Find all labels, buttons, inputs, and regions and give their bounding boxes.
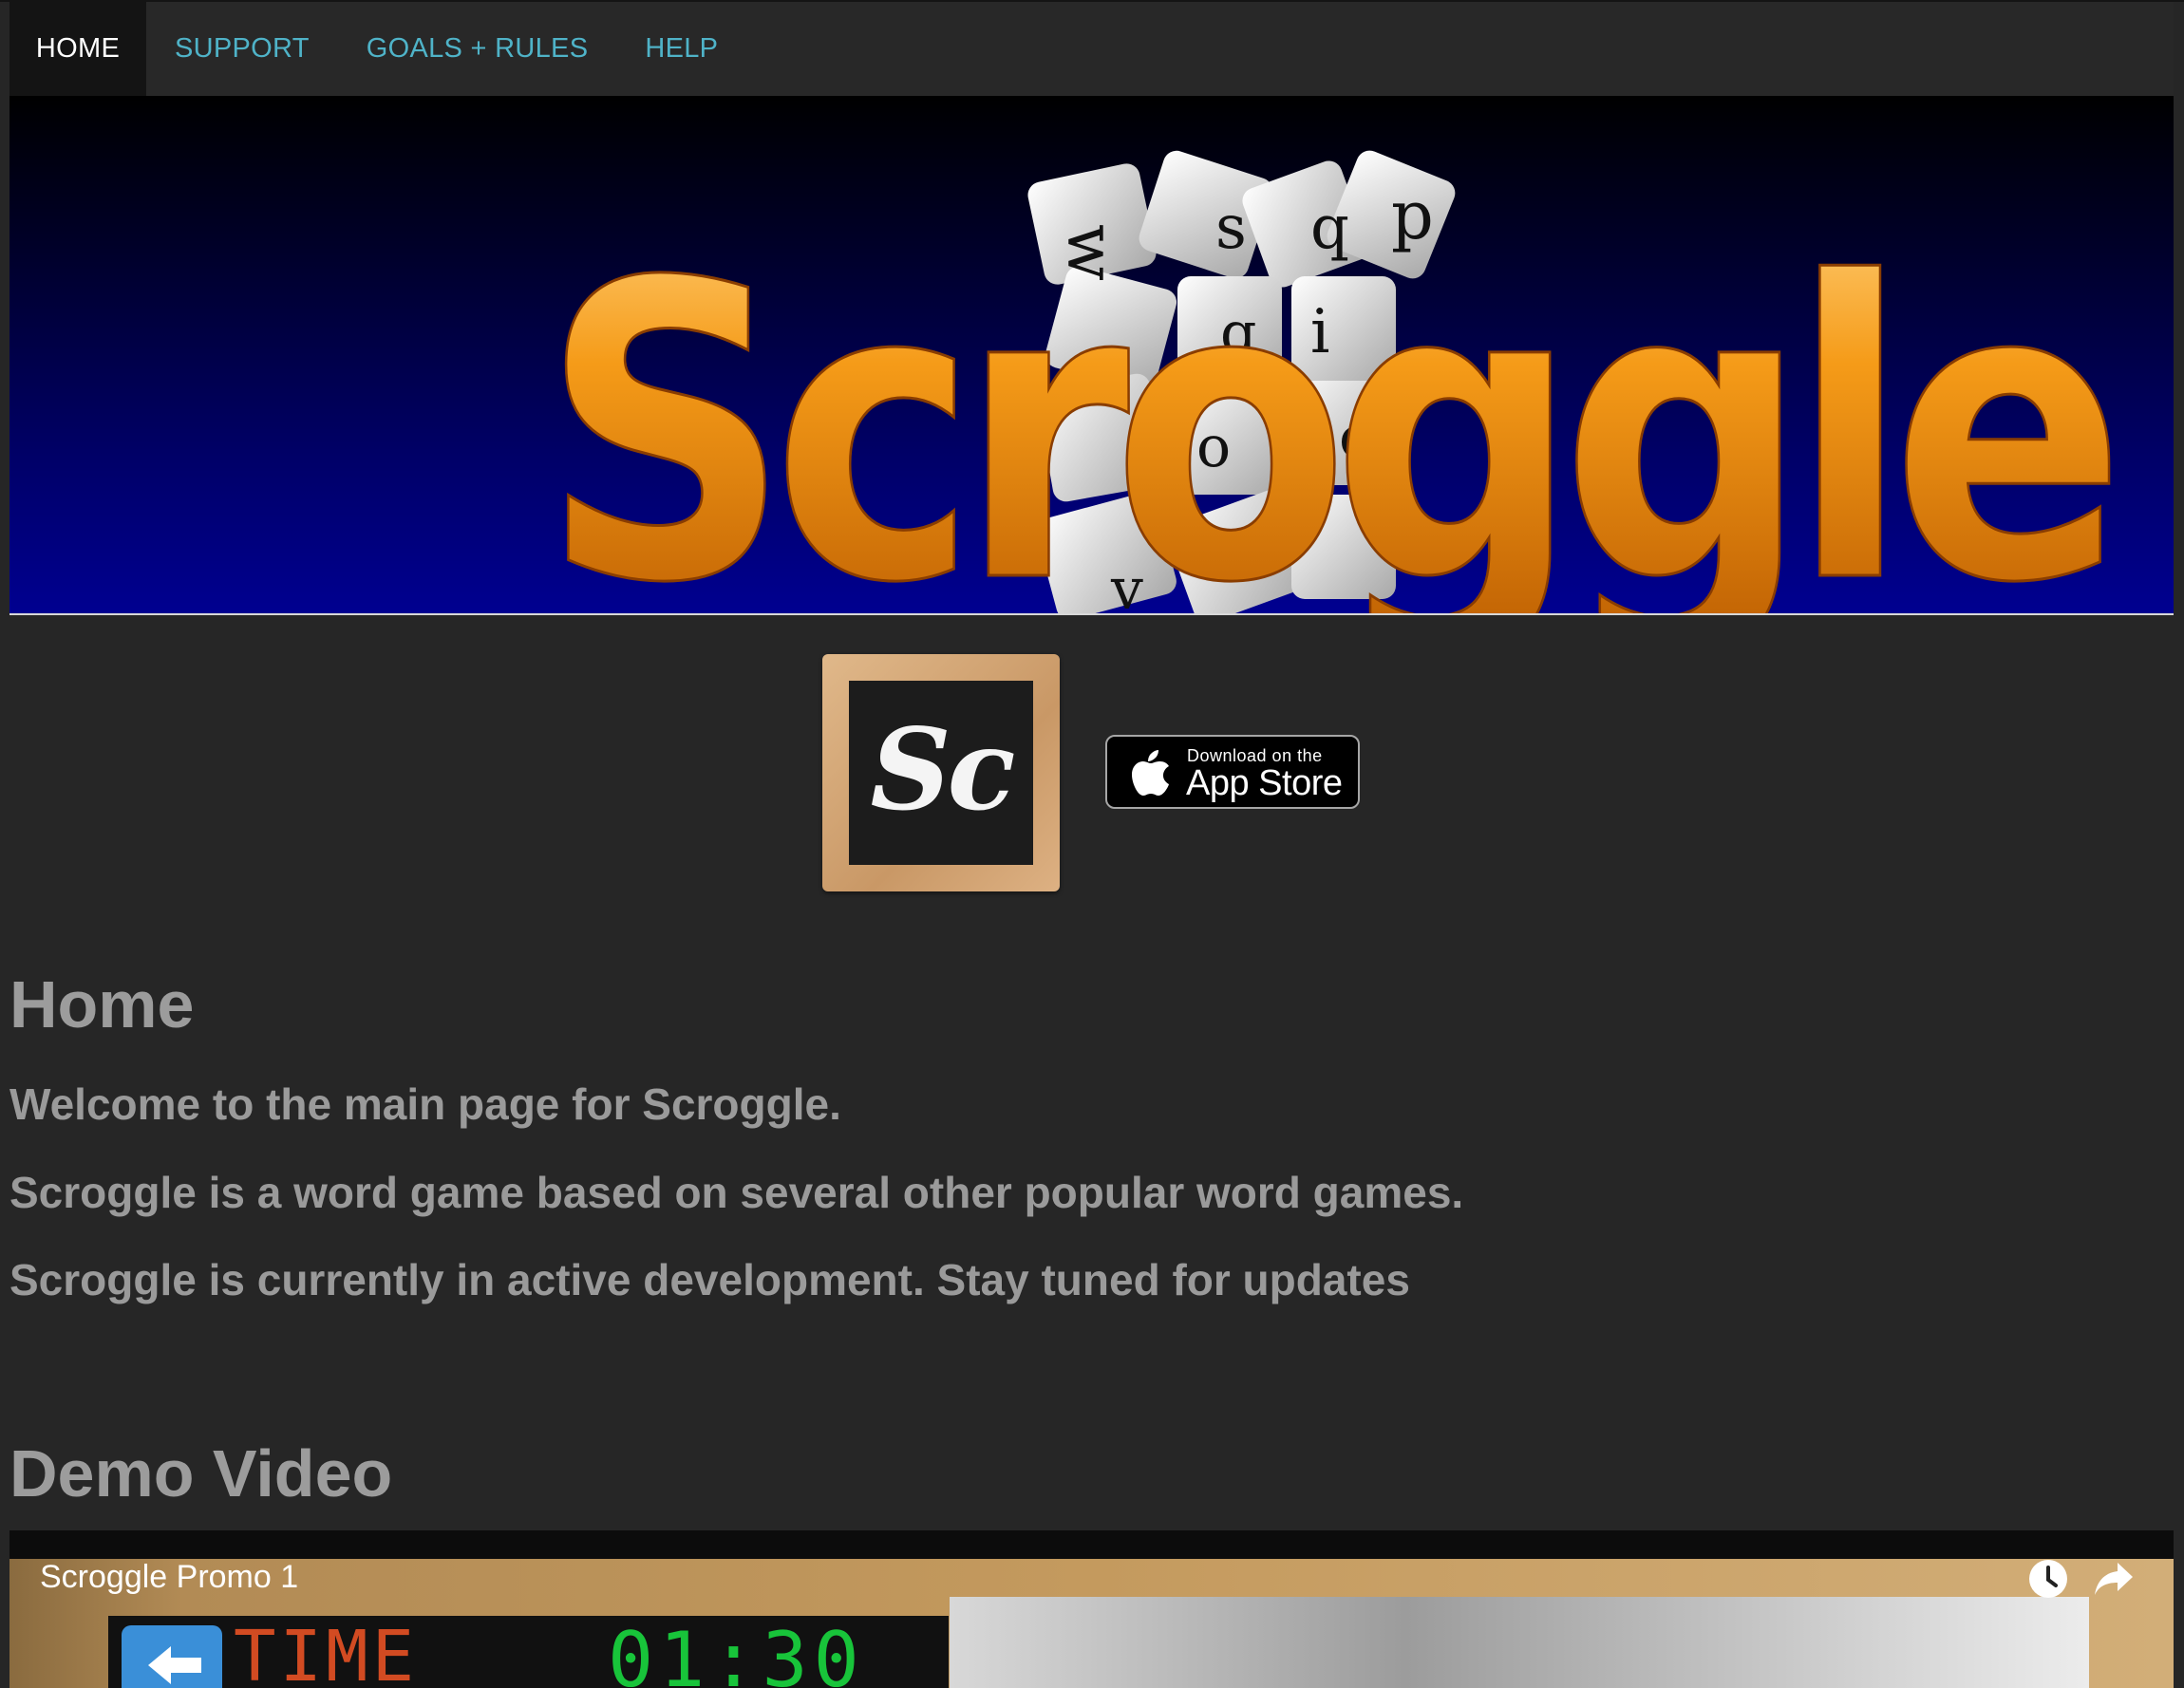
app-store-big-text: App Store bbox=[1186, 763, 1343, 803]
banner-art: w s q p i g e o e v Scroggle bbox=[540, 150, 2135, 613]
video-back-arrow-icon bbox=[122, 1625, 222, 1688]
banner-logo-text: Scroggle bbox=[541, 197, 2113, 613]
video-time-value: 01:30 bbox=[608, 1616, 865, 1688]
home-heading: Home bbox=[9, 967, 195, 1041]
app-icon[interactable]: Sc bbox=[822, 654, 1060, 891]
app-icon-board: Sc bbox=[849, 681, 1033, 865]
nav-home[interactable]: HOME bbox=[9, 2, 146, 96]
nav-goals-rules[interactable]: GOALS + RULES bbox=[338, 2, 617, 96]
video-dice-area bbox=[950, 1597, 2089, 1688]
demo-video-heading: Demo Video bbox=[9, 1436, 393, 1510]
app-icon-text: Sc bbox=[870, 703, 1015, 835]
app-store-badge[interactable]: Download on the App Store bbox=[1105, 735, 1360, 809]
nav-help[interactable]: HELP bbox=[616, 2, 746, 96]
home-paragraph: Welcome to the main page for Scroggle. bbox=[9, 1079, 841, 1129]
video-time-label: TIME bbox=[234, 1616, 419, 1688]
scroggle-banner: w s q p i g e o e v Scroggle bbox=[9, 96, 2174, 615]
nav-support[interactable]: SUPPORT bbox=[146, 2, 338, 96]
home-paragraph: Scroggle is a word game based on several… bbox=[9, 1168, 1464, 1217]
apple-logo-icon bbox=[1132, 750, 1169, 796]
share-icon[interactable] bbox=[2091, 1557, 2137, 1601]
video-title[interactable]: Scroggle Promo 1 bbox=[40, 1559, 298, 1596]
top-nav: HOME SUPPORT GOALS + RULES HELP bbox=[9, 2, 2174, 96]
watch-later-icon[interactable] bbox=[2026, 1557, 2070, 1601]
home-paragraph: Scroggle is currently in active developm… bbox=[9, 1255, 1410, 1304]
demo-video-player[interactable]: TIME 01:30 Scroggle Promo 1 bbox=[9, 1530, 2174, 1688]
